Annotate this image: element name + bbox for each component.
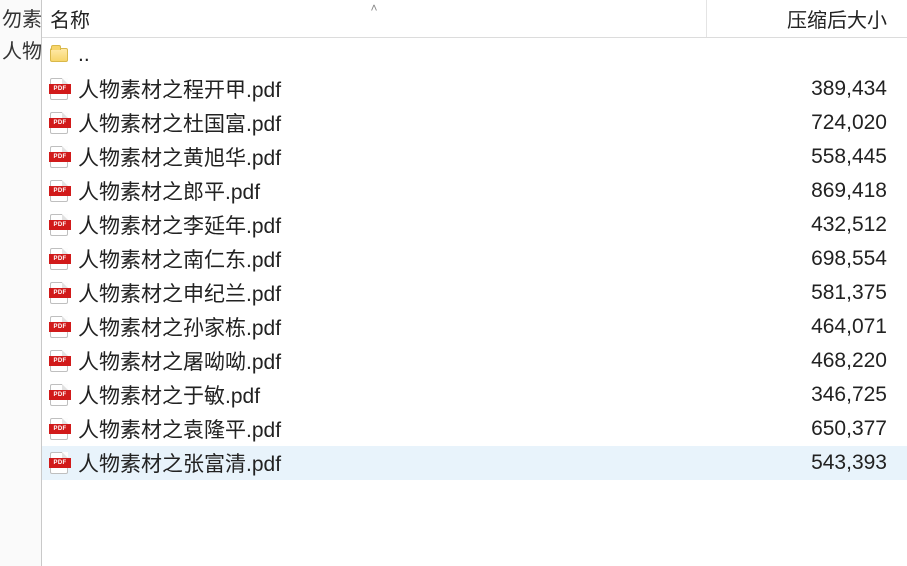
file-row[interactable]: 人物素材之李延年.pdf432,512 xyxy=(42,208,907,242)
file-row[interactable]: 人物素材之屠呦呦.pdf468,220 xyxy=(42,344,907,378)
file-size: 650,377 xyxy=(707,417,907,441)
tree-panel-sliver: 勿素 人物 xyxy=(0,0,42,566)
file-name: 人物素材之屠呦呦.pdf xyxy=(78,346,707,376)
file-row[interactable]: 人物素材之黄旭华.pdf558,445 xyxy=(42,140,907,174)
file-name: 人物素材之郎平.pdf xyxy=(78,176,707,206)
pdf-file-icon xyxy=(48,180,70,202)
file-size: 346,725 xyxy=(707,383,907,407)
tree-item[interactable]: 人物 xyxy=(0,36,41,68)
file-name: 人物素材之李延年.pdf xyxy=(78,210,707,240)
file-size: 869,418 xyxy=(707,179,907,203)
parent-dir-row[interactable]: .. xyxy=(42,38,907,72)
pdf-file-icon xyxy=(48,146,70,168)
pdf-file-icon xyxy=(48,248,70,270)
file-name: 人物素材之申纪兰.pdf xyxy=(78,278,707,308)
file-name: 人物素材之杜国富.pdf xyxy=(78,108,707,138)
file-list-panel: 名称 ˄ 压缩后大小 .. 人物素材之程开甲.pdf389,434人物素材之杜国… xyxy=(42,0,907,566)
file-name: 人物素材之南仁东.pdf xyxy=(78,244,707,274)
tree-item[interactable]: 勿素 xyxy=(0,4,41,36)
file-size: 464,071 xyxy=(707,315,907,339)
file-size: 558,445 xyxy=(707,145,907,169)
folder-up-icon xyxy=(48,44,70,66)
file-rows: .. 人物素材之程开甲.pdf389,434人物素材之杜国富.pdf724,02… xyxy=(42,38,907,480)
file-name: 人物素材之孙家栋.pdf xyxy=(78,312,707,342)
pdf-file-icon xyxy=(48,418,70,440)
file-size: 468,220 xyxy=(707,349,907,373)
pdf-file-icon xyxy=(48,282,70,304)
file-size: 543,393 xyxy=(707,451,907,475)
column-header-size[interactable]: 压缩后大小 xyxy=(707,0,907,37)
file-name: 人物素材之黄旭华.pdf xyxy=(78,142,707,172)
file-row[interactable]: 人物素材之郎平.pdf869,418 xyxy=(42,174,907,208)
file-name: 人物素材之袁隆平.pdf xyxy=(78,414,707,444)
pdf-file-icon xyxy=(48,78,70,100)
sort-ascending-icon: ˄ xyxy=(370,1,377,15)
file-size: 432,512 xyxy=(707,213,907,237)
file-row[interactable]: 人物素材之申纪兰.pdf581,375 xyxy=(42,276,907,310)
file-row[interactable]: 人物素材之袁隆平.pdf650,377 xyxy=(42,412,907,446)
file-name: 人物素材之程开甲.pdf xyxy=(78,74,707,104)
column-header-size-label: 压缩后大小 xyxy=(787,4,887,33)
pdf-file-icon xyxy=(48,452,70,474)
pdf-file-icon xyxy=(48,384,70,406)
file-row[interactable]: 人物素材之孙家栋.pdf464,071 xyxy=(42,310,907,344)
column-header-name[interactable]: 名称 ˄ xyxy=(42,0,707,37)
file-name: 人物素材之于敏.pdf xyxy=(78,380,707,410)
file-size: 389,434 xyxy=(707,77,907,101)
pdf-file-icon xyxy=(48,350,70,372)
column-header-row: 名称 ˄ 压缩后大小 xyxy=(42,0,907,38)
pdf-file-icon xyxy=(48,112,70,134)
file-size: 698,554 xyxy=(707,247,907,271)
file-row[interactable]: 人物素材之程开甲.pdf389,434 xyxy=(42,72,907,106)
file-row[interactable]: 人物素材之于敏.pdf346,725 xyxy=(42,378,907,412)
file-row[interactable]: 人物素材之杜国富.pdf724,020 xyxy=(42,106,907,140)
column-header-name-label: 名称 xyxy=(50,4,90,33)
pdf-file-icon xyxy=(48,316,70,338)
parent-dir-label: .. xyxy=(78,43,707,67)
pdf-file-icon xyxy=(48,214,70,236)
file-name: 人物素材之张富清.pdf xyxy=(78,448,707,478)
file-size: 581,375 xyxy=(707,281,907,305)
file-row[interactable]: 人物素材之张富清.pdf543,393 xyxy=(42,446,907,480)
archive-file-list: 勿素 人物 名称 ˄ 压缩后大小 .. 人物素材之程开甲.pdf389,434人… xyxy=(0,0,907,566)
file-size: 724,020 xyxy=(707,111,907,135)
file-row[interactable]: 人物素材之南仁东.pdf698,554 xyxy=(42,242,907,276)
